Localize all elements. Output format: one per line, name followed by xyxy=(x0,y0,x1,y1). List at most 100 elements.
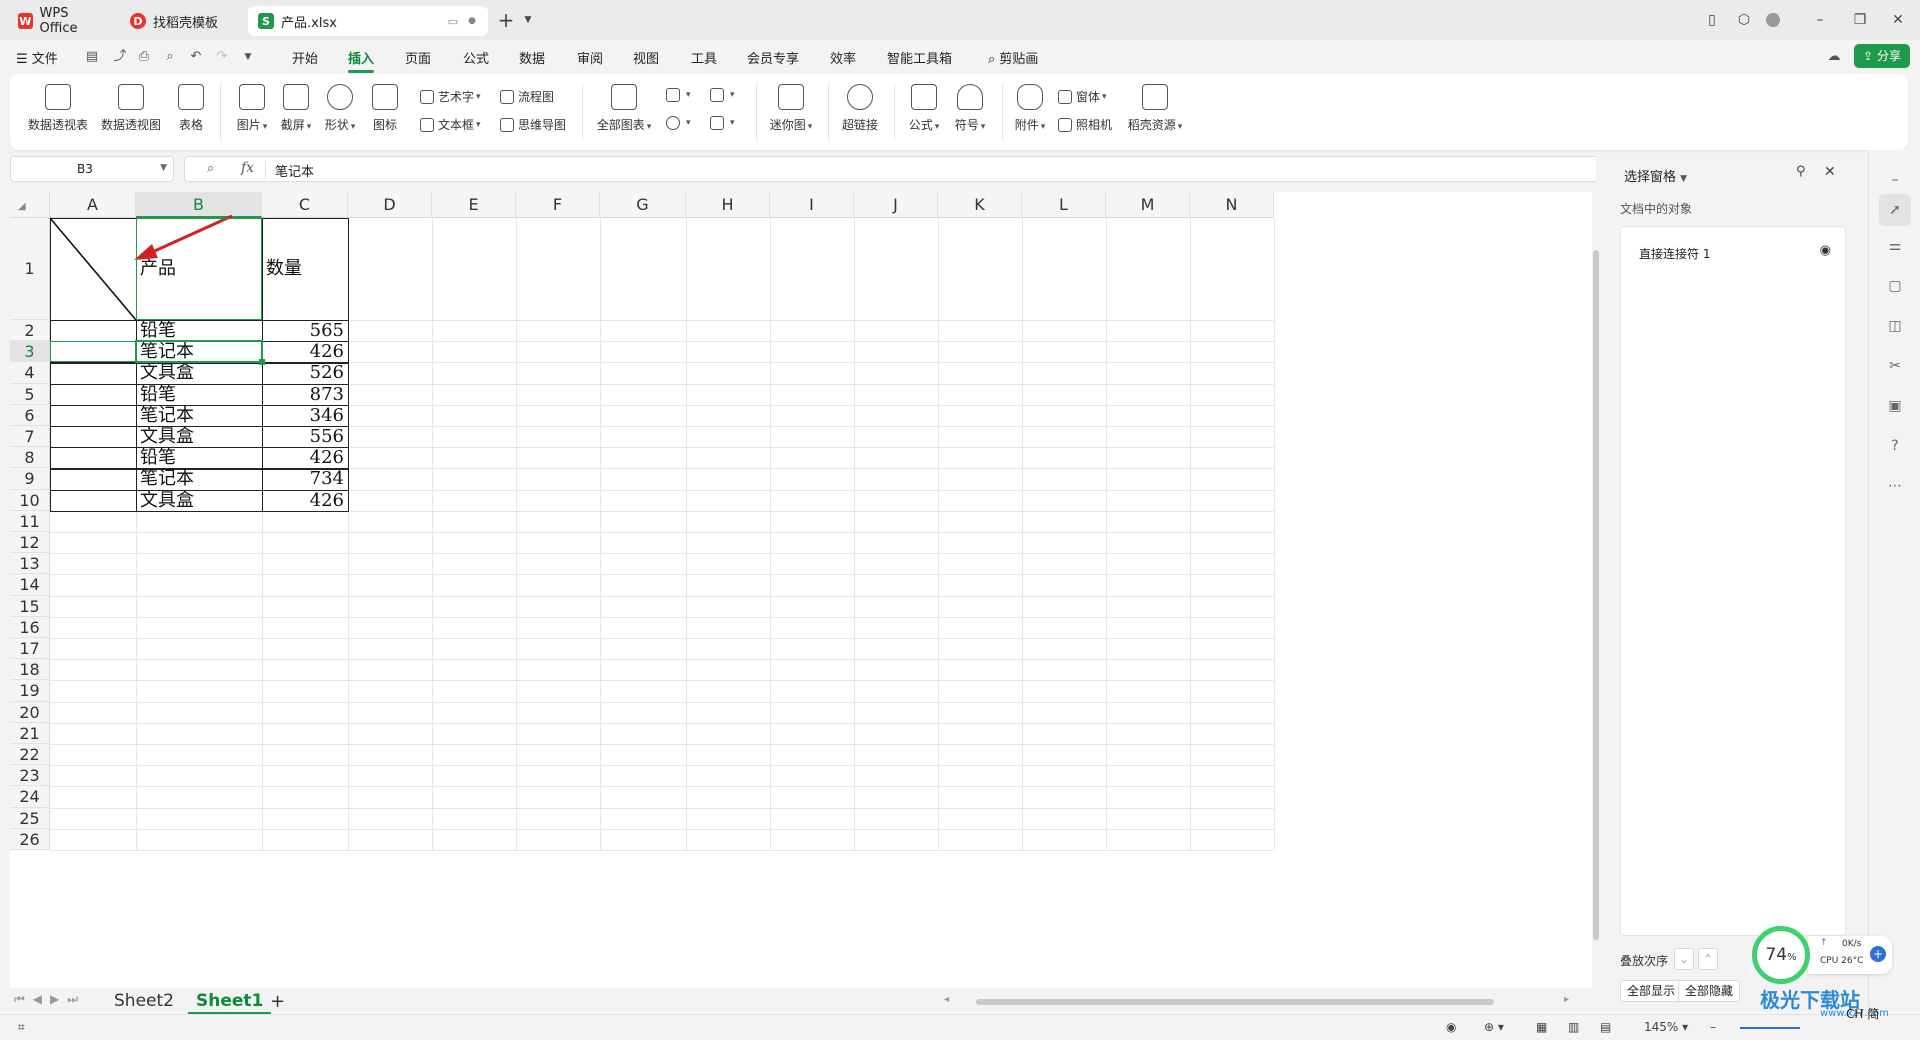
eye-icon[interactable]: ◉ xyxy=(1820,243,1831,258)
plus-icon[interactable]: + xyxy=(1870,946,1886,962)
unsaved-dot-icon[interactable]: ● xyxy=(468,16,476,26)
vertical-scrollbar[interactable] xyxy=(1593,250,1599,940)
row-header-11[interactable]: 11 xyxy=(10,510,50,532)
cell-product[interactable]: 铅笔 xyxy=(140,447,258,468)
sheet-tab-sheet1[interactable]: Sheet1 xyxy=(187,991,272,1015)
cell-product[interactable]: 笔记本 xyxy=(140,405,258,426)
line-chart-dropdown[interactable]: ▾ xyxy=(710,88,735,102)
column-header-h[interactable]: H xyxy=(686,192,770,218)
ime-indicator[interactable]: CH 简 xyxy=(1846,1005,1879,1022)
object-item[interactable]: 直接连接符 1 xyxy=(1639,245,1710,262)
row-header-6[interactable]: 6 xyxy=(10,404,50,426)
column-header-e[interactable]: E xyxy=(432,192,516,218)
cell-product[interactable]: 文具盒 xyxy=(140,490,258,511)
column-header-f[interactable]: F xyxy=(516,192,600,218)
menu-member[interactable]: 会员专享 xyxy=(747,48,799,67)
cell-quantity[interactable]: 734 xyxy=(266,468,344,489)
redo-icon[interactable]: ↷ xyxy=(214,49,230,65)
layout-icon[interactable]: ▯ xyxy=(1702,10,1722,30)
cell-product[interactable]: 铅笔 xyxy=(140,384,258,405)
horizontal-scrollbar[interactable] xyxy=(976,999,1494,1005)
scroll-left-icon[interactable]: ◂ xyxy=(944,994,949,1005)
pivot-chart-button[interactable]: 数据透视图 xyxy=(100,84,162,133)
wordart-button[interactable]: 艺术字 ▾ xyxy=(420,88,481,105)
cell-product[interactable]: 笔记本 xyxy=(140,468,258,489)
fx-icon[interactable]: fx xyxy=(241,160,254,176)
help-icon[interactable]: ? xyxy=(1885,436,1905,456)
row-header-16[interactable]: 16 xyxy=(10,616,50,638)
crosshair-icon[interactable]: ⊕ ▾ xyxy=(1484,1020,1504,1034)
screenshot-button[interactable]: 截屏 ▾ xyxy=(276,84,316,133)
cell-product[interactable]: 文具盒 xyxy=(140,362,258,383)
export-icon[interactable]: ⤴ xyxy=(112,49,128,65)
column-header-l[interactable]: L xyxy=(1022,192,1106,218)
cell-quantity[interactable]: 426 xyxy=(266,341,344,362)
hyperlink-button[interactable]: 超链接 xyxy=(840,84,880,133)
normal-view-icon[interactable]: ▦ xyxy=(1536,1020,1547,1034)
row-header-5[interactable]: 5 xyxy=(10,383,50,405)
row-header-17[interactable]: 17 xyxy=(10,638,50,660)
comment-icon[interactable]: ▢ xyxy=(1885,276,1905,296)
row-header-22[interactable]: 22 xyxy=(10,744,50,766)
scatter-chart-dropdown[interactable]: ▾ xyxy=(710,116,735,130)
name-box[interactable]: B3 ▼ xyxy=(10,156,174,182)
tools-icon[interactable]: ✂ xyxy=(1885,356,1905,376)
column-header-n[interactable]: N xyxy=(1190,192,1274,218)
chevron-down-icon[interactable]: ▼ xyxy=(240,49,256,65)
pin-icon[interactable]: ⚲ xyxy=(1796,164,1806,179)
monitor-icon[interactable]: ▭ xyxy=(448,15,458,28)
tab-product-xlsx[interactable]: S 产品.xlsx ▭ ● xyxy=(248,6,488,36)
cursor-icon[interactable]: ➚ xyxy=(1879,194,1911,226)
system-monitor-widget[interactable]: ↑ 0K/s CPU 26°C + 74% xyxy=(1752,926,1900,984)
book-icon[interactable]: ▣ xyxy=(1885,396,1905,416)
row-header-3[interactable]: 3 xyxy=(10,341,50,363)
column-chart-dropdown[interactable]: ▾ xyxy=(666,88,691,102)
row-header-23[interactable]: 23 xyxy=(10,765,50,787)
page-layout-icon[interactable]: ▥ xyxy=(1568,1020,1579,1034)
flowchart-button[interactable]: 流程图 xyxy=(500,88,554,105)
row-header-15[interactable]: 15 xyxy=(10,595,50,617)
cell-product[interactable]: 文具盒 xyxy=(140,426,258,447)
macro-icon[interactable]: ⌗ xyxy=(18,1020,25,1035)
row-header-7[interactable]: 7 xyxy=(10,426,50,448)
row-header-4[interactable]: 4 xyxy=(10,362,50,384)
page-break-icon[interactable]: ▤ xyxy=(1600,1020,1611,1034)
cloud-icon[interactable]: ☁ xyxy=(1826,49,1842,65)
row-header-14[interactable]: 14 xyxy=(10,574,50,596)
cell-c1-header[interactable]: 数量 xyxy=(266,218,344,320)
sparkline-button[interactable]: 迷你图 ▾ xyxy=(766,84,816,133)
row-header-8[interactable]: 8 xyxy=(10,447,50,469)
row-header-21[interactable]: 21 xyxy=(10,722,50,744)
print-icon[interactable]: ⎙ xyxy=(136,49,152,65)
menu-data[interactable]: 数据 xyxy=(519,48,545,67)
icon-button[interactable]: 图标 xyxy=(370,84,400,133)
avatar[interactable] xyxy=(1766,13,1780,27)
minimize-icon[interactable]: – xyxy=(1810,10,1830,30)
more-icon[interactable]: ⋯ xyxy=(1885,476,1905,496)
column-header-c[interactable]: C xyxy=(262,192,348,218)
all-charts-button[interactable]: 全部图表 ▾ xyxy=(594,84,654,133)
share-button[interactable]: ⇪ 分享 xyxy=(1854,44,1910,68)
search-clipart[interactable]: ⌕ 剪贴画 xyxy=(988,48,1038,67)
menu-formula[interactable]: 公式 xyxy=(463,48,489,67)
column-header-m[interactable]: M xyxy=(1106,192,1190,218)
column-header-k[interactable]: K xyxy=(938,192,1022,218)
chart-edit-icon[interactable]: ◫ xyxy=(1885,316,1905,336)
row-header-18[interactable]: 18 xyxy=(10,659,50,681)
camera-button[interactable]: 照相机 xyxy=(1058,116,1112,133)
row-header-12[interactable]: 12 xyxy=(10,532,50,554)
tab-wps-office[interactable]: W WPS Office xyxy=(8,6,114,36)
undo-icon[interactable]: ↶ xyxy=(188,49,204,65)
adjust-icon[interactable]: ⚌ xyxy=(1885,236,1905,256)
scroll-right-icon[interactable]: ▸ xyxy=(1564,994,1569,1005)
sheet-nav-arrows[interactable]: ⏮◀▶⏭ xyxy=(14,992,86,1007)
tab-template[interactable]: D 找稻壳模板 xyxy=(120,6,244,36)
hide-all-button[interactable]: 全部隐藏 xyxy=(1678,980,1741,1002)
print-preview-icon[interactable]: ⌕ xyxy=(162,49,178,65)
pie-chart-dropdown[interactable]: ▾ xyxy=(666,116,691,130)
column-header-d[interactable]: D xyxy=(348,192,432,218)
column-header-a[interactable]: A xyxy=(50,192,136,218)
minimize-icon[interactable]: – xyxy=(1885,170,1905,190)
column-header-j[interactable]: J xyxy=(854,192,938,218)
menu-smart-toolbox[interactable]: 智能工具箱 xyxy=(887,48,952,67)
